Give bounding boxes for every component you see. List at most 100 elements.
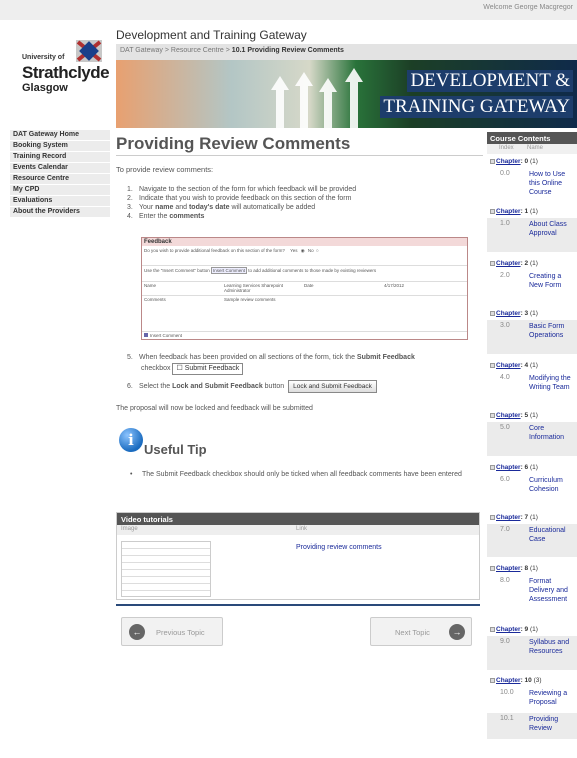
form-footer-row: Insert Comment <box>142 331 467 340</box>
section-name[interactable]: Modifying the Writing Team <box>529 374 577 392</box>
section-index: 8.0 <box>500 577 510 584</box>
sidenav-item[interactable]: Booking System <box>10 141 110 152</box>
section-name[interactable]: Curriculum Cohesion <box>529 476 577 494</box>
expand-icon[interactable] <box>490 208 495 214</box>
chapter-link[interactable]: Chapter <box>496 514 521 521</box>
side-navigation: DAT Gateway Home Booking System Training R… <box>10 130 110 218</box>
chapter-link[interactable]: Chapter <box>496 677 521 684</box>
section-name[interactable]: How to Use this Online Course <box>529 170 577 197</box>
use-text-post: to add additional comments to those made… <box>248 268 377 273</box>
chapter-group: Chapter: 10 (3) 10.0 Reviewing a Proposal 1… <box>487 675 577 739</box>
section-item[interactable]: 3.0 Basic Form Operations <box>487 320 577 354</box>
section-item[interactable]: 6.0 Curriculum Cohesion <box>487 474 577 507</box>
locked-text: The proposal will now be locked and feed… <box>116 405 313 412</box>
chapter-count: (3) <box>531 677 542 684</box>
video-link[interactable]: Providing review comments <box>296 544 382 551</box>
section-item[interactable]: 4.0 Modifying the Writing Team <box>487 372 577 405</box>
step-text: When feedback has been provided on all s… <box>139 354 357 361</box>
expand-icon[interactable] <box>490 362 495 368</box>
step-bold: today's date <box>188 204 230 211</box>
expand-icon[interactable] <box>490 260 495 266</box>
chapter-link[interactable]: Chapter <box>496 260 521 267</box>
chapter-group: Chapter: 3 (1) 3.0 Basic Form Operations <box>487 308 577 354</box>
expand-icon[interactable] <box>490 464 495 470</box>
section-item[interactable]: 8.0 Format Delivery and Assessment <box>487 575 577 618</box>
sidenav-item[interactable]: About the Providers <box>10 207 110 218</box>
section-item[interactable]: 1.0 About Class Approval <box>487 218 577 252</box>
sidenav-item[interactable]: Training Record <box>10 152 110 163</box>
expand-icon[interactable] <box>490 514 495 520</box>
form-question-row: Do you wish to provide additional feedba… <box>142 247 467 261</box>
expand-icon[interactable] <box>490 158 495 164</box>
arrows-graphic <box>271 68 363 128</box>
chapter-header: Chapter: 0 (1) <box>487 156 577 168</box>
chapter-link[interactable]: Chapter <box>496 208 521 215</box>
date-label: Date <box>304 283 314 288</box>
step-1: 1. Navigate to the section of the form fo… <box>127 185 356 194</box>
step-text: and <box>173 204 189 211</box>
section-item[interactable]: 10.1 Providing Review <box>487 713 577 739</box>
section-name[interactable]: Educational Case <box>529 526 577 544</box>
section-name[interactable]: Format Delivery and Assessment <box>529 577 577 604</box>
next-topic-button[interactable]: Next Topic → <box>370 617 472 646</box>
university-logo[interactable]: University of Strathclyde Glasgow <box>20 38 110 98</box>
section-item[interactable]: 9.0 Syllabus and Resources <box>487 636 577 670</box>
chapter-header: Chapter: 1 (1) <box>487 206 577 218</box>
section-name[interactable]: Syllabus and Resources <box>529 638 577 656</box>
feedback-form-screenshot: Feedback Do you wish to provide addition… <box>141 237 468 340</box>
section-name[interactable]: Providing Review <box>529 715 577 733</box>
section-name[interactable]: About Class Approval <box>529 220 577 238</box>
radio-no[interactable]: ○ <box>316 248 319 253</box>
chapter-group: Chapter: 6 (1) 6.0 Curriculum Cohesion <box>487 462 577 507</box>
section-item[interactable]: 5.0 Core Information <box>487 422 577 456</box>
section-index: 6.0 <box>500 476 510 483</box>
step-number: 6. <box>127 383 133 390</box>
chapter-number: : 10 <box>520 677 532 684</box>
step-2: 2. Indicate that you wish to provide feed… <box>127 194 356 203</box>
section-name[interactable]: Core Information <box>529 424 577 442</box>
insert-comment-button[interactable]: Insert Comment <box>211 267 248 274</box>
section-item[interactable]: 0.0 How to Use this Online Course <box>487 168 577 204</box>
sidenav-item[interactable]: DAT Gateway Home <box>10 130 110 141</box>
name-label: Name <box>144 283 157 288</box>
step-bold: Submit Feedback <box>356 354 415 361</box>
chapter-group: Chapter: 0 (1) 0.0 How to Use this Online … <box>487 156 577 204</box>
video-thumbnail[interactable] <box>121 541 211 597</box>
checkbox-box: ☐ <box>176 365 183 372</box>
steps-list: 1. Navigate to the section of the form fo… <box>127 185 356 221</box>
chapter-link[interactable]: Chapter <box>496 412 521 419</box>
section-item[interactable]: 10.0 Reviewing a Proposal <box>487 687 577 713</box>
section-item[interactable]: 2.0 Creating a New Form <box>487 270 577 303</box>
sidenav-item[interactable]: Events Calendar <box>10 163 110 174</box>
previous-topic-button[interactable]: ← Previous Topic <box>121 617 223 646</box>
sidenav-item[interactable]: Resource Centre <box>10 174 110 185</box>
chapter-link[interactable]: Chapter <box>496 464 521 471</box>
lock-and-submit-button[interactable]: Lock and Submit Feedback <box>288 380 377 393</box>
col-image: Image <box>121 526 138 532</box>
expand-icon[interactable] <box>490 310 495 316</box>
expand-icon[interactable] <box>490 565 495 571</box>
section-name[interactable]: Basic Form Operations <box>529 322 577 340</box>
chapter-link[interactable]: Chapter <box>496 626 521 633</box>
section-item[interactable]: 7.0 Educational Case <box>487 524 577 557</box>
step-text: will automatically be added <box>229 204 316 211</box>
section-name[interactable]: Reviewing a Proposal <box>529 689 577 707</box>
chapter-link[interactable]: Chapter <box>496 310 521 317</box>
chapter-link[interactable]: Chapter <box>496 362 521 369</box>
breadcrumb-parent[interactable]: DAT Gateway > Resource Centre > <box>120 47 232 54</box>
insert-footer-label[interactable]: Insert Comment <box>150 333 182 338</box>
sidenav-item[interactable]: My CPD <box>10 185 110 196</box>
step-number: 3. <box>127 204 133 211</box>
chapter-count: (1) <box>528 412 538 419</box>
section-index: 1.0 <box>500 220 510 227</box>
sidenav-item[interactable]: Evaluations <box>10 196 110 207</box>
section-name[interactable]: Creating a New Form <box>529 272 577 290</box>
expand-icon[interactable] <box>490 412 495 418</box>
comments-value: Sample review comments <box>224 297 276 302</box>
chapter-link[interactable]: Chapter <box>496 565 521 572</box>
chapter-link[interactable]: Chapter <box>496 158 521 165</box>
radio-yes[interactable]: ◉ <box>301 248 305 253</box>
expand-icon[interactable] <box>490 626 495 632</box>
expand-icon[interactable] <box>490 677 495 683</box>
submit-feedback-checkbox[interactable]: ☐ Submit Feedback <box>172 363 244 375</box>
